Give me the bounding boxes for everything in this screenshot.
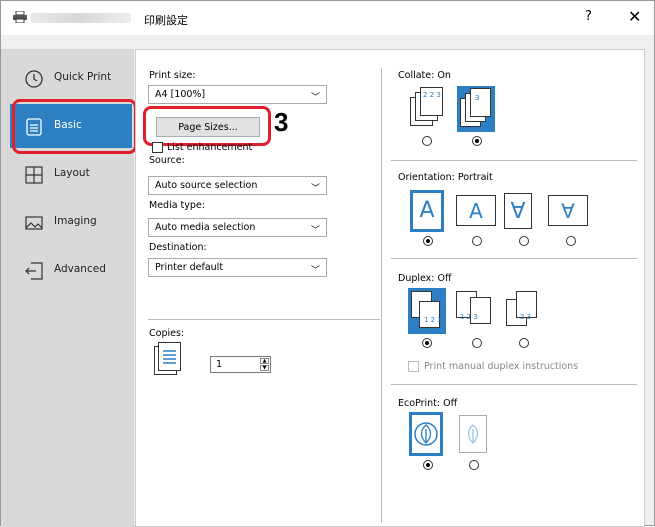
print-size-label: Print size: [149,70,196,81]
decrement-button[interactable]: ▼ [260,365,269,371]
media-type-value: Auto media selection [155,222,256,233]
duplex-off-icon[interactable]: 1 2 3 [411,291,443,331]
clock-icon [25,70,43,88]
sidebar-item-quick-print[interactable]: Quick Print [10,56,132,100]
rotated-portrait-radio[interactable] [519,236,529,246]
increment-button[interactable]: ▲ [260,358,269,364]
sidebar-item-layout[interactable]: Layout [10,152,132,196]
duplex-long-edge-icon[interactable]: 1 2 3 [456,291,498,331]
divider [391,258,637,259]
basic-highlight-annotation [12,99,137,154]
svg-text:3: 3 [475,94,479,102]
print-size-value: A4 [100%] [155,89,206,100]
sidebar-item-label: Imaging [54,215,97,227]
sidebar-item-advanced[interactable]: Advanced [10,248,132,292]
chevron-down-icon: ﹀ [310,93,320,103]
sidebar-item-imaging[interactable]: Imaging [10,200,132,244]
ecoprint-off-icon[interactable] [412,415,440,453]
ecoprint-label: EcoPrint: Off [398,398,458,409]
duplex-long-edge-radio[interactable] [472,338,482,348]
duplex-label: Duplex: Off [398,273,452,284]
help-button[interactable]: ? [585,9,592,24]
list-enhancement-checkbox[interactable] [152,142,163,153]
advanced-icon [25,262,43,280]
destination-label: Destination: [149,242,207,253]
media-type-select[interactable]: Auto media selection ﹀ [148,218,327,237]
orientation-label: Orientation: Portrait [398,172,493,183]
close-button[interactable]: ✕ [628,7,641,26]
destination-value: Printer default [155,262,224,273]
copies-icon [154,342,181,375]
landscape-radio[interactable] [472,236,482,246]
column-divider [381,68,382,523]
chevron-down-icon: ﹀ [310,226,320,236]
source-value: Auto source selection [155,180,258,191]
sidebar-item-label: Layout [54,167,90,179]
svg-text:2 2 3: 2 2 3 [423,91,441,99]
media-type-label: Media type: [149,200,205,211]
ecoprint-on-icon[interactable] [459,415,487,453]
duplex-off-radio[interactable] [422,338,432,348]
divider [391,160,637,161]
ecoprint-off-radio[interactable] [423,460,433,470]
duplex-short-edge-radio[interactable] [519,338,529,348]
portrait-orientation-icon[interactable]: A [413,193,441,229]
portrait-radio[interactable] [423,236,433,246]
printer-icon [13,11,27,23]
rotated-landscape-radio[interactable] [566,236,576,246]
collate-off-icon[interactable]: 2 2 3 [410,87,448,131]
list-enhancement-label: List enhancement [167,142,253,153]
copies-label: Copies: [149,328,185,339]
copies-value: 1 [216,359,223,370]
page-sizes-highlight-annotation [143,106,271,146]
svg-text:2 3: 2 3 [520,313,531,321]
divider [148,319,380,320]
source-label: Source: [149,155,185,166]
svg-text:1 2 3: 1 2 3 [460,313,478,321]
rotated-portrait-orientation-icon[interactable]: ∀ [504,193,532,229]
duplex-short-edge-icon[interactable]: 2 3 [506,291,540,331]
collate-on-radio[interactable] [472,136,482,146]
print-size-select[interactable]: A4 [100%] ﹀ [148,85,327,104]
collate-off-radio[interactable] [422,136,432,146]
print-settings-window: 印刷設定 ? ✕ Quick Print Basic Layout Imagin… [0,0,655,527]
source-select[interactable]: Auto source selection ﹀ [148,176,327,195]
layout-icon [25,166,43,184]
chevron-down-icon: ﹀ [310,266,320,276]
divider [391,384,637,385]
collate-on-icon[interactable]: 3 [460,88,494,130]
destination-select[interactable]: Printer default ﹀ [148,258,327,277]
settings-panel: Print size: A4 [100%] ﹀ Page Sizes... Li… [135,49,645,527]
sidebar-item-label: Advanced [54,263,106,275]
collate-label: Collate: On [398,70,451,81]
title-bar: 印刷設定 ? ✕ [1,1,654,35]
svg-text:1 2 3: 1 2 3 [424,316,442,324]
sidebar-item-label: Quick Print [54,71,112,83]
manual-duplex-checkbox[interactable] [408,361,419,372]
ecoprint-on-radio[interactable] [469,460,479,470]
window-title: 印刷設定 [144,14,188,27]
image-icon [25,216,43,230]
landscape-orientation-icon[interactable]: A [456,195,496,226]
chevron-down-icon: ﹀ [310,184,320,194]
step-annotation-number: 3 [274,107,289,137]
rotated-landscape-orientation-icon[interactable]: ∀ [548,195,588,226]
copies-stepper[interactable]: 1 ▲ ▼ [210,356,271,373]
blurred-printer-name [31,13,131,23]
manual-duplex-label: Print manual duplex instructions [424,361,579,372]
